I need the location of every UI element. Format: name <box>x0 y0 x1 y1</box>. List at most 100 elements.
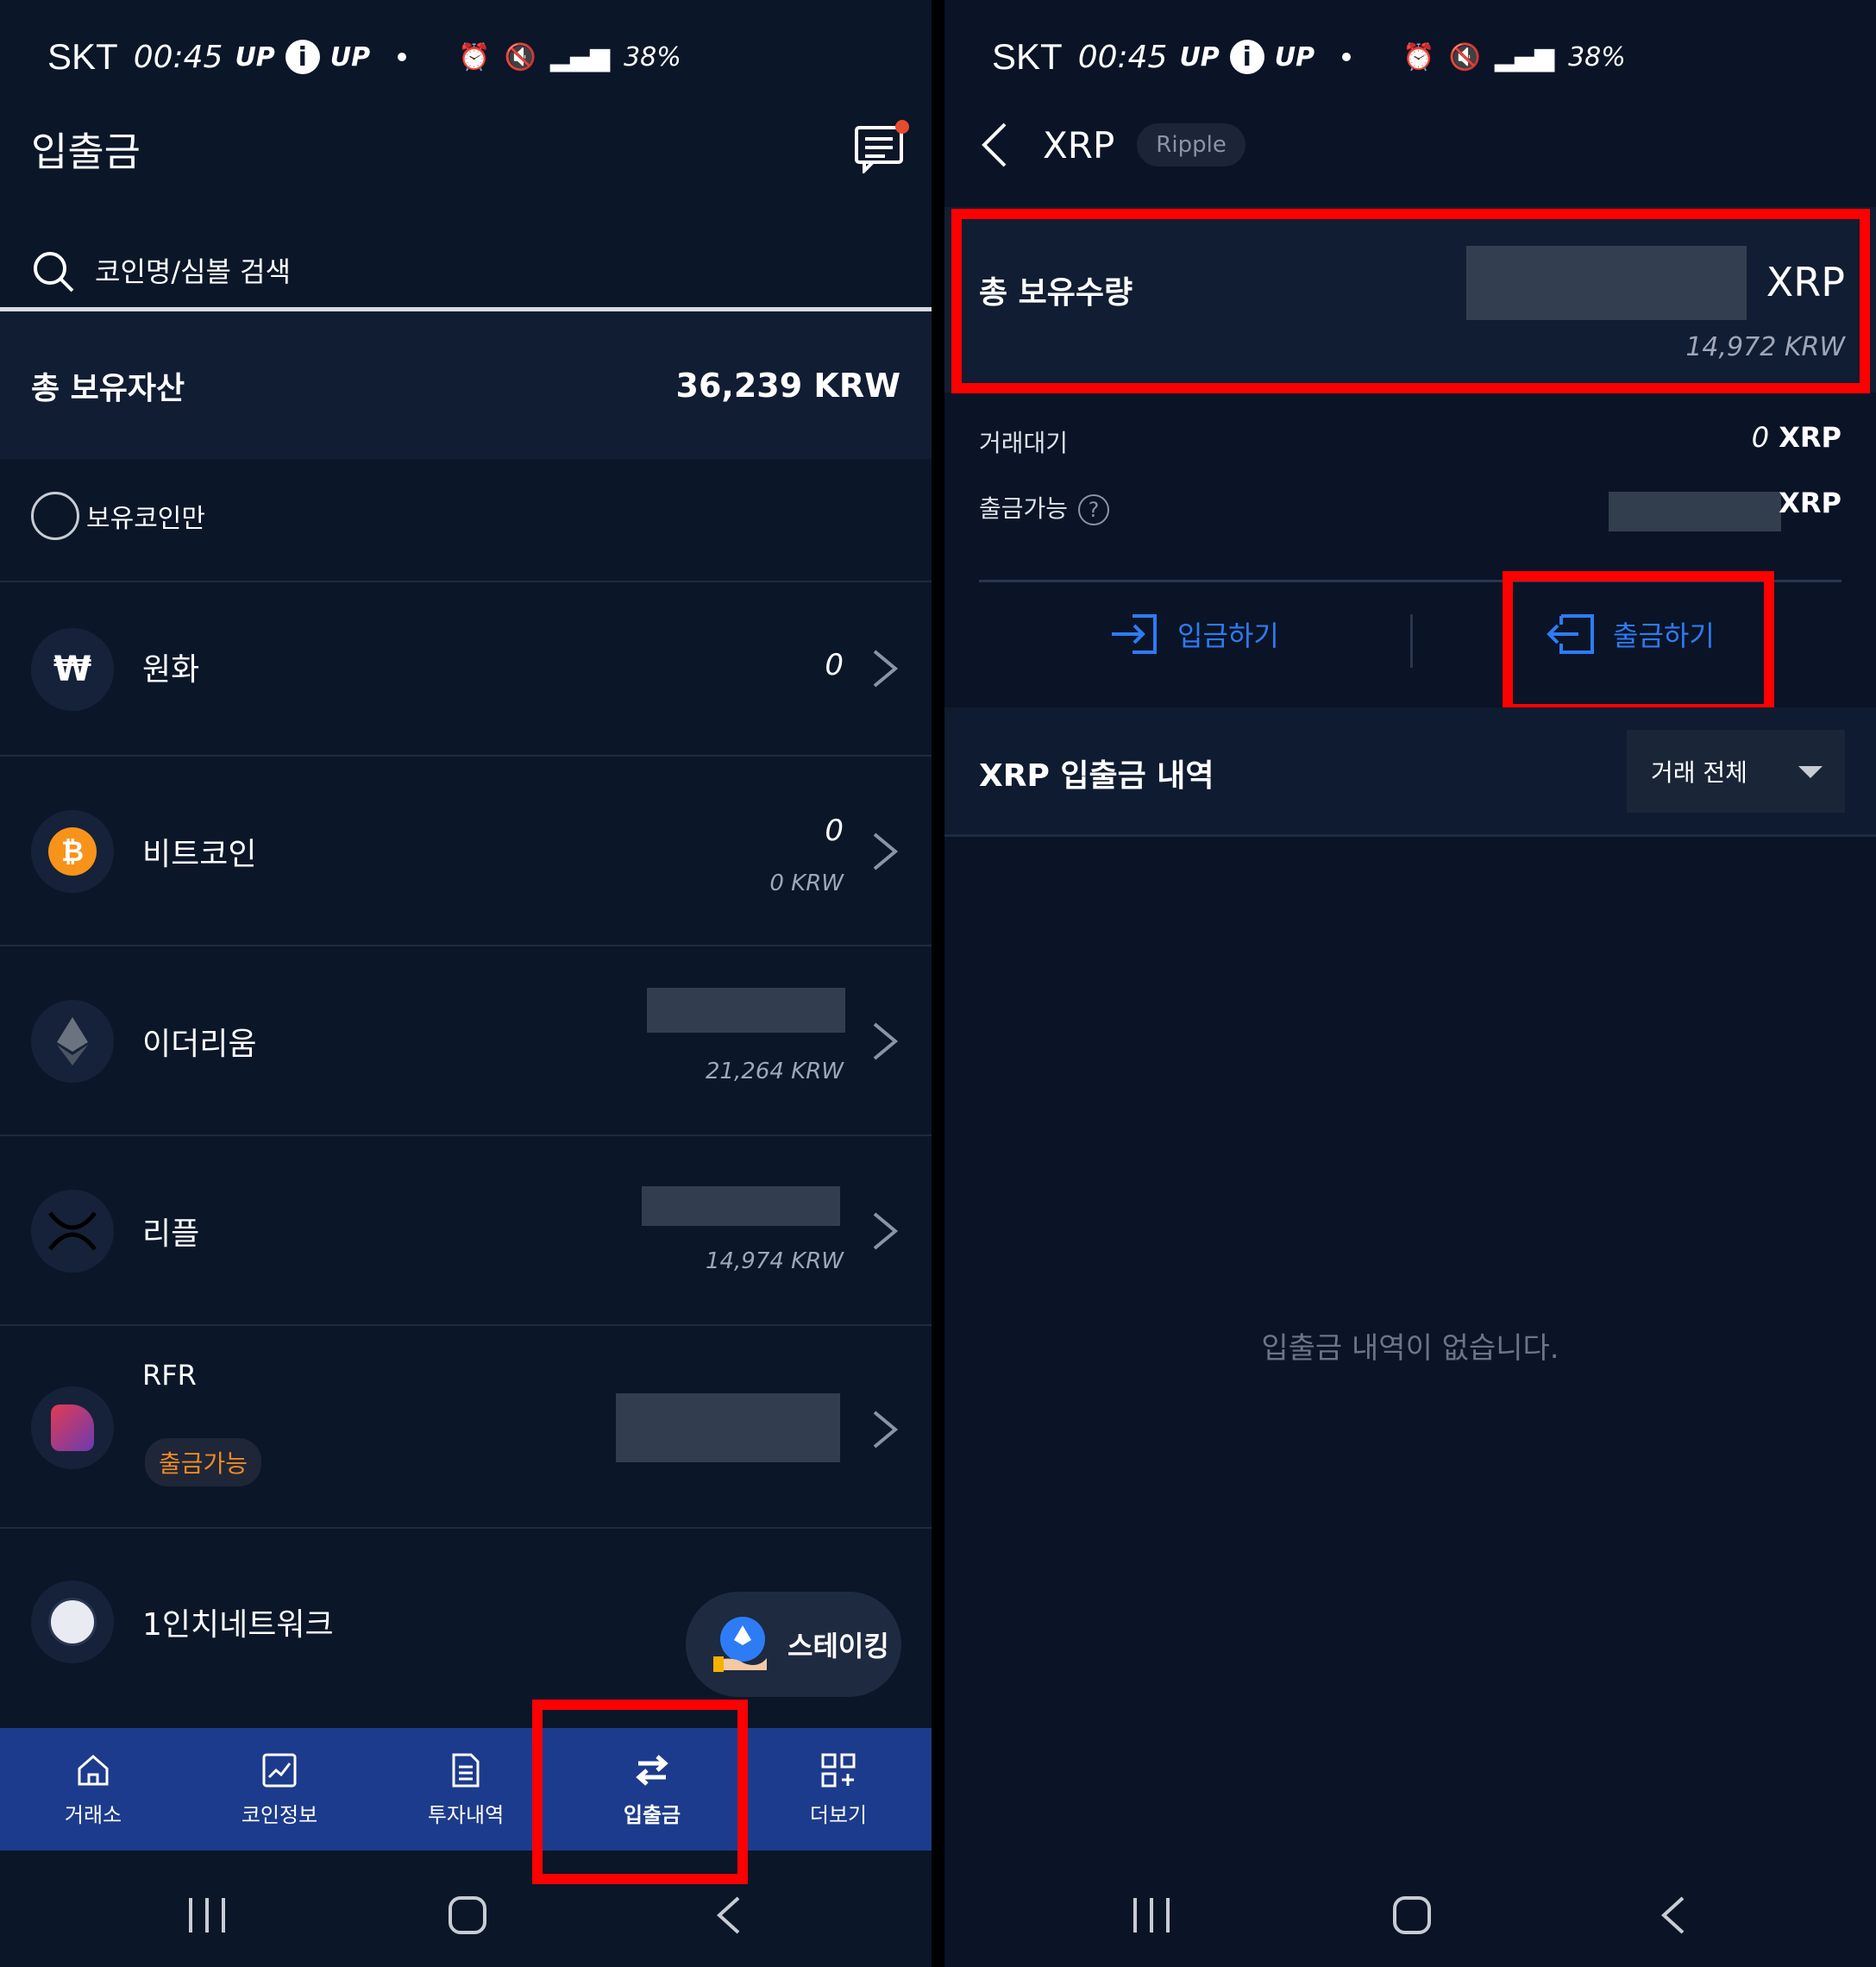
withdrawable-label: 출금가능 <box>979 494 1069 523</box>
blurred-withdrawable-amount <box>1609 492 1781 531</box>
chevron-right-icon <box>873 833 899 870</box>
mute-icon: 🔇 <box>1448 41 1481 72</box>
owned-coins-radio[interactable] <box>31 492 79 540</box>
notification-dot-icon <box>398 53 407 61</box>
status-bar: SKT 00:45 UP i UP ⏰ 🔇 ▂▄▆ 38% <box>992 31 1626 83</box>
signal-icon: ▂▄▆ <box>1494 41 1555 72</box>
pending-value: 0 <box>1751 421 1770 454</box>
blurred-balance <box>647 988 845 1033</box>
document-icon <box>452 1753 480 1787</box>
tab-more[interactable]: 더보기 <box>745 1728 932 1851</box>
withdrawable-unit: XRP <box>1779 487 1841 519</box>
tab-investment-history[interactable]: 투자내역 <box>373 1728 559 1851</box>
chevron-right-icon <box>873 1212 899 1250</box>
search-icon <box>34 252 74 292</box>
chevron-down-icon <box>1798 766 1823 778</box>
back-nav-icon[interactable] <box>714 1895 743 1936</box>
bitcoin-icon: ₿ <box>31 810 114 893</box>
history-header: XRP 입출금 내역 거래 전체 <box>944 707 1876 837</box>
coin-name: 이더리움 <box>142 1027 257 1062</box>
upbit-status-icon: UP <box>235 41 275 72</box>
coin-full-name: Ripple <box>1137 123 1245 167</box>
search-bar[interactable] <box>31 233 928 311</box>
tab-label: 코인정보 <box>241 1802 318 1827</box>
deposit-label: 입금하기 <box>1177 619 1279 652</box>
coin-row-rfr[interactable]: RFR 출금가능 <box>0 1324 932 1527</box>
pending-unit: XRP <box>1779 421 1841 454</box>
empty-history-message: 입출금 내역이 없습니다. <box>1261 1331 1559 1366</box>
back-nav-icon[interactable] <box>1659 1895 1688 1936</box>
chart-icon <box>262 1753 297 1787</box>
search-input[interactable] <box>95 255 699 288</box>
tab-coin-info[interactable]: 코인정보 <box>186 1728 373 1851</box>
deposit-icon <box>1112 614 1157 654</box>
tab-exchange[interactable]: 거래소 <box>0 1728 186 1851</box>
coin-krw-value: 14,974 KRW <box>705 1248 844 1274</box>
back-arrow-icon[interactable] <box>979 121 1008 169</box>
home-button-icon[interactable] <box>447 1895 488 1936</box>
coin-name: 비트코인 <box>142 837 257 872</box>
total-assets-label: 총 보유자산 <box>31 371 185 406</box>
coin-header: XRP Ripple <box>979 121 1245 169</box>
rfr-icon <box>31 1386 114 1469</box>
coin-row-ripple[interactable]: 리플 14,974 KRW <box>0 1134 932 1324</box>
pending-row: 거래대기 0 XRP <box>979 421 1841 459</box>
tab-label: 더보기 <box>809 1802 868 1827</box>
staking-label: 스테이킹 <box>787 1630 889 1662</box>
coin-krw-value: 0 KRW <box>769 870 844 896</box>
info-status-icon: i <box>285 40 320 74</box>
right-screen: SKT 00:45 UP i UP ⏰ 🔇 ▂▄▆ 38% XRP Ripple… <box>944 0 1876 1967</box>
coin-row-ethereum[interactable]: 이더리움 21,264 KRW <box>0 945 932 1134</box>
page-title: 입출금 <box>31 129 141 175</box>
tab-label: 거래소 <box>64 1802 122 1827</box>
highlight-box-tab <box>532 1700 748 1884</box>
grid-plus-icon <box>821 1753 856 1787</box>
coin-row-bitcoin[interactable]: ₿ 비트코인 0 0 KRW <box>0 755 932 945</box>
carrier-label: SKT <box>992 36 1063 77</box>
1inch-icon <box>31 1581 114 1663</box>
coin-row-krw[interactable]: ₩ 원화 0 <box>0 581 932 755</box>
chevron-right-icon <box>873 1411 899 1449</box>
owned-coins-filter[interactable]: 보유코인만 <box>31 492 205 540</box>
coin-krw-value: 21,264 KRW <box>705 1059 844 1084</box>
deposit-button[interactable]: 입금하기 <box>1108 613 1279 656</box>
action-separator <box>1410 614 1413 668</box>
info-status-icon: i <box>1229 40 1264 74</box>
upbit-status-icon-2: UP <box>329 41 371 72</box>
help-icon[interactable]: ? <box>1078 494 1110 525</box>
status-time: 00:45 <box>133 39 223 75</box>
recent-apps-icon[interactable] <box>185 1896 229 1934</box>
staking-button[interactable]: 스테이킹 <box>686 1592 901 1697</box>
history-filter-value: 거래 전체 <box>1651 758 1747 787</box>
recent-apps-icon[interactable] <box>1130 1896 1173 1934</box>
new-message-dot <box>895 120 909 134</box>
coin-symbol: XRP <box>1043 123 1115 167</box>
status-time: 00:45 <box>1077 39 1168 75</box>
mute-icon: 🔇 <box>504 41 536 72</box>
blurred-balance <box>642 1186 840 1226</box>
panel-divider <box>932 0 944 1967</box>
home-button-icon[interactable] <box>1391 1895 1433 1936</box>
ethereum-hand-icon <box>713 1617 767 1672</box>
coin-name: 리플 <box>142 1216 200 1252</box>
message-icon[interactable] <box>854 120 909 175</box>
coin-balance: 0 <box>825 814 844 848</box>
blurred-balance <box>616 1393 840 1462</box>
notification-dot-icon <box>1342 53 1352 61</box>
alarm-icon: ⏰ <box>458 41 491 72</box>
highlight-box-withdraw <box>1503 571 1774 714</box>
history-filter-dropdown[interactable]: 거래 전체 <box>1627 730 1845 813</box>
tab-label: 투자내역 <box>427 1802 505 1827</box>
battery-percent: 38% <box>1568 41 1626 72</box>
total-assets-bar: 총 보유자산 36,239 KRW <box>0 312 932 459</box>
signal-icon: ▂▄▆ <box>549 41 611 72</box>
ripple-icon <box>31 1190 114 1273</box>
chevron-right-icon <box>873 650 899 688</box>
chevron-right-icon <box>873 1022 899 1060</box>
won-icon: ₩ <box>31 628 114 711</box>
battery-percent: 38% <box>624 41 681 72</box>
withdrawable-badge: 출금가능 <box>145 1438 262 1486</box>
coin-name: 원화 <box>142 652 200 688</box>
coin-name: 1인치네트워크 <box>142 1607 334 1643</box>
alarm-icon: ⏰ <box>1402 41 1435 72</box>
